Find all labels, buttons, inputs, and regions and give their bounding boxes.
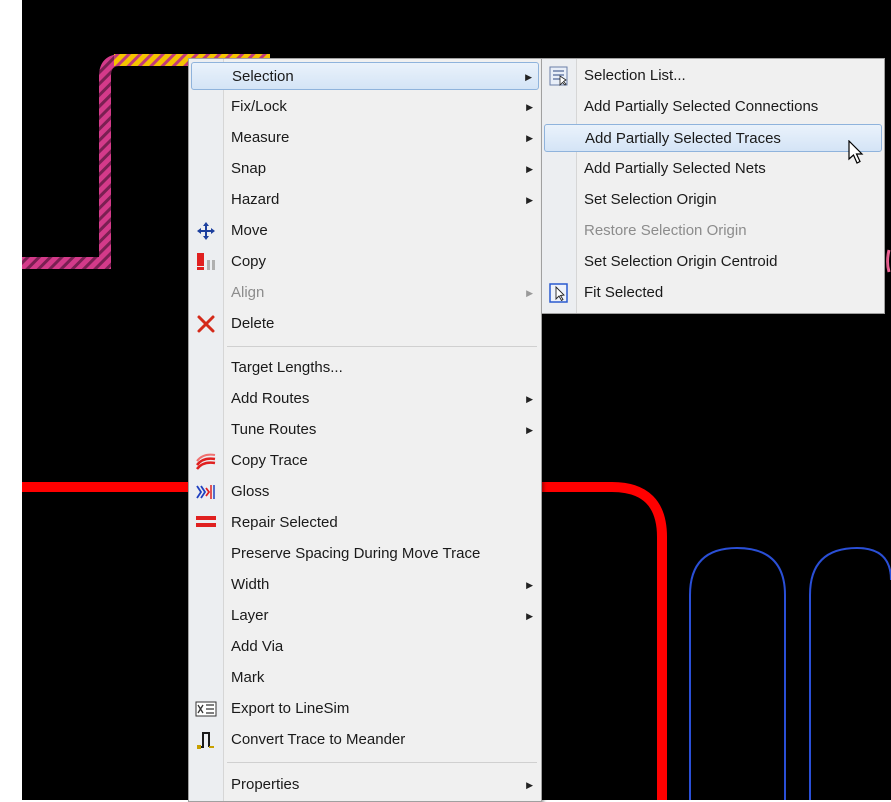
menu-item-label: Selection — [232, 68, 294, 85]
menu-item-properties[interactable]: Properties ▶ — [191, 771, 539, 799]
menu-item-label: Properties — [231, 776, 300, 793]
menu-item-label: Fit Selected — [584, 284, 664, 301]
menu-item-tune-routes[interactable]: Tune Routes ▶ — [191, 416, 539, 444]
menu-item-selection[interactable]: Selection ▶ — [191, 62, 539, 90]
copy-trace-icon — [196, 453, 216, 470]
submenu-arrow-icon: ▶ — [526, 611, 533, 621]
submenu-arrow-icon: ▶ — [526, 780, 533, 790]
menu-item-label: Tune Routes — [231, 421, 317, 438]
menu-item-target-lengths[interactable]: Target Lengths... — [191, 354, 539, 382]
menu-item-width[interactable]: Width ▶ — [191, 571, 539, 599]
menu-item-move[interactable]: Move — [191, 217, 539, 245]
menu-item-label: Mark — [231, 669, 265, 686]
meander-trace — [689, 546, 891, 800]
submenu-arrow-icon: ▶ — [526, 195, 533, 205]
fit-selected-icon — [549, 283, 568, 303]
menu-item-label: Measure — [231, 129, 290, 146]
submenu-arrow-icon: ▶ — [526, 580, 533, 590]
menu-item-label: Delete — [231, 315, 275, 332]
menu-separator — [227, 762, 537, 763]
menu-item-label: Copy Trace — [231, 452, 308, 469]
menu-item-add-routes[interactable]: Add Routes ▶ — [191, 385, 539, 413]
menu-item-label: Align — [231, 284, 265, 301]
menu-item-measure[interactable]: Measure ▶ — [191, 124, 539, 152]
menu-item-preserve-spacing[interactable]: Preserve Spacing During Move Trace — [191, 540, 539, 568]
submenu-item-fit-selected[interactable]: Fit Selected — [544, 279, 882, 307]
context-menu: Selection ▶ Fix/Lock ▶ Measure ▶ Snap ▶ … — [188, 58, 542, 802]
menu-item-mark[interactable]: Mark — [191, 664, 539, 692]
submenu-item-set-origin-centroid[interactable]: Set Selection Origin Centroid — [544, 248, 882, 276]
mouse-cursor-icon — [848, 140, 864, 164]
submenu-arrow-icon: ▶ — [526, 102, 533, 112]
menu-item-label: Add Partially Selected Connections — [584, 98, 819, 115]
menu-item-label: Set Selection Origin — [584, 191, 717, 208]
repair-icon — [196, 516, 216, 527]
submenu-item-add-partial-traces[interactable]: Add Partially Selected Traces — [544, 124, 882, 152]
menu-item-hazard[interactable]: Hazard ▶ — [191, 186, 539, 214]
menu-item-label: Repair Selected — [231, 514, 338, 531]
menu-item-snap[interactable]: Snap ▶ — [191, 155, 539, 183]
menu-item-gloss[interactable]: Gloss — [191, 478, 539, 506]
submenu-item-set-selection-origin[interactable]: Set Selection Origin — [544, 186, 882, 214]
menu-item-layer[interactable]: Layer ▶ — [191, 602, 539, 630]
menu-separator — [227, 346, 537, 347]
menu-item-fix-lock[interactable]: Fix/Lock ▶ — [191, 93, 539, 121]
menu-item-add-via[interactable]: Add Via — [191, 633, 539, 661]
submenu-item-add-partial-nets[interactable]: Add Partially Selected Nets — [544, 155, 882, 183]
menu-item-convert-meander[interactable]: Convert Trace to Meander — [191, 726, 539, 754]
menu-item-label: Hazard — [231, 191, 280, 208]
submenu-item-restore-selection-origin[interactable]: Restore Selection Origin — [544, 217, 882, 245]
submenu-arrow-icon: ▶ — [526, 288, 533, 298]
submenu-item-add-partial-connections[interactable]: Add Partially Selected Connections — [544, 93, 882, 121]
submenu-arrow-icon: ▶ — [526, 164, 533, 174]
menu-item-label: Convert Trace to Meander — [231, 731, 406, 748]
menu-item-label: Selection List... — [584, 67, 686, 84]
menu-item-label: Copy — [231, 253, 267, 270]
submenu-item-selection-list[interactable]: Selection List... — [544, 62, 882, 90]
menu-item-label: Layer — [231, 607, 269, 624]
menu-item-export-linesim[interactable]: Export to LineSim — [191, 695, 539, 723]
menu-item-label: Width — [231, 576, 270, 593]
menu-item-label: Gloss — [231, 483, 270, 500]
export-linesim-icon — [195, 701, 217, 717]
copy-icon — [197, 253, 215, 270]
red-stub-right — [886, 249, 891, 273]
menu-item-copy[interactable]: Copy — [191, 248, 539, 276]
menu-item-label: Snap — [231, 160, 267, 177]
menu-item-label: Fix/Lock — [231, 98, 287, 115]
submenu-arrow-icon: ▶ — [526, 394, 533, 404]
menu-item-label: Add Via — [231, 638, 284, 655]
menu-item-label: Add Routes — [231, 390, 310, 407]
menu-item-label: Add Partially Selected Traces — [585, 130, 781, 147]
menu-item-repair-selected[interactable]: Repair Selected — [191, 509, 539, 537]
menu-item-label: Set Selection Origin Centroid — [584, 253, 778, 270]
menu-item-label: Export to LineSim — [231, 700, 350, 717]
submenu-arrow-icon: ▶ — [525, 72, 532, 82]
submenu-arrow-icon: ▶ — [526, 133, 533, 143]
submenu-arrow-icon: ▶ — [526, 425, 533, 435]
menu-item-label: Target Lengths... — [231, 359, 343, 376]
selection-submenu: Selection List... Add Partially Selected… — [541, 58, 885, 314]
gloss-icon — [196, 485, 215, 499]
move-arrows-icon — [197, 222, 215, 240]
red-trace-right — [540, 482, 667, 800]
menu-item-copy-trace[interactable]: Copy Trace — [191, 447, 539, 475]
selection-list-icon — [549, 66, 568, 86]
menu-item-label: Restore Selection Origin — [584, 222, 747, 239]
menu-item-label: Preserve Spacing During Move Trace — [231, 545, 481, 562]
menu-item-align[interactable]: Align ▶ — [191, 279, 539, 307]
meander-icon — [197, 732, 214, 749]
delete-x-icon — [197, 315, 215, 333]
menu-item-label: Move — [231, 222, 268, 239]
menu-item-label: Add Partially Selected Nets — [584, 160, 766, 177]
menu-item-delete[interactable]: Delete — [191, 310, 539, 338]
